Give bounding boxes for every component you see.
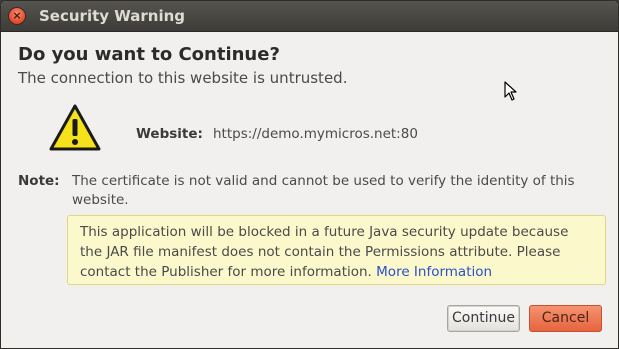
close-button[interactable]: × <box>9 8 25 24</box>
continue-button[interactable]: Continue <box>447 305 520 332</box>
mouse-pointer-icon <box>504 81 517 101</box>
warning-triangle-icon <box>49 104 101 151</box>
dialog-heading: Do you want to Continue? <box>18 44 280 65</box>
info-message-box: This application will be blocked in a fu… <box>67 215 606 285</box>
note-label: Note: <box>18 173 60 189</box>
dialog-subheading: The connection to this website is untrus… <box>18 69 348 87</box>
cancel-button[interactable]: Cancel <box>529 305 602 332</box>
close-icon: × <box>12 9 22 22</box>
title-bar: × Security Warning <box>1 1 618 32</box>
note-text: The certificate is not valid and cannot … <box>72 173 575 208</box>
info-text: This application will be blocked in a fu… <box>80 224 569 280</box>
website-url: https://demo.mymicros.net:80 <box>213 126 418 142</box>
website-label: Website: <box>136 126 203 142</box>
security-warning-dialog: × Security Warning Do you want to Contin… <box>0 0 619 349</box>
more-information-link[interactable]: More Information <box>376 264 492 280</box>
window-title: Security Warning <box>39 7 186 25</box>
